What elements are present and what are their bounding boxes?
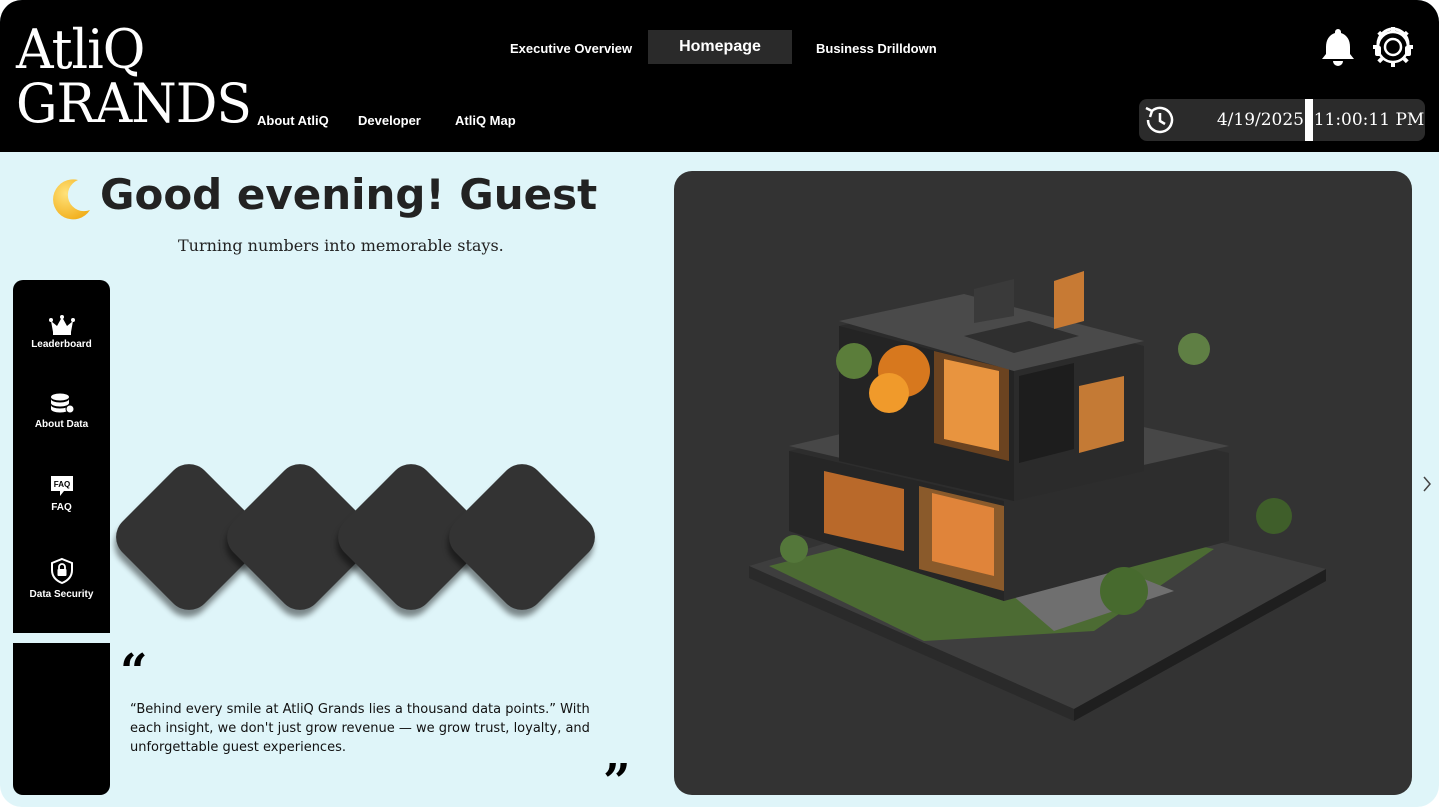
- current-time: 11:00:11 PM: [1313, 110, 1425, 130]
- moon-icon: [53, 179, 90, 220]
- sidebar-item-label: Leaderboard: [31, 339, 92, 350]
- shield-lock-icon: [50, 557, 73, 585]
- gear-headset-icon[interactable]: [1370, 24, 1416, 70]
- bell-icon[interactable]: [1318, 26, 1358, 66]
- brand-line-1: AtliQ: [16, 18, 145, 82]
- refresh-clock-icon[interactable]: [1143, 103, 1177, 137]
- app-frame: AtliQ GRANDS Executive Overview Homepage…: [0, 0, 1439, 807]
- nav-developer[interactable]: Developer: [358, 113, 421, 128]
- sidebar-item-data-security[interactable]: Data Security: [13, 557, 110, 600]
- datetime-divider: [1305, 99, 1313, 141]
- villa-illustration: [749, 271, 1326, 721]
- sidebar-item-label: Data Security: [29, 589, 94, 600]
- faq-icon: FAQ: [50, 476, 73, 496]
- database-icon: [50, 393, 74, 414]
- brand-logo: AtliQ GRANDS: [16, 18, 252, 148]
- brand-line-2: GRANDS: [16, 72, 252, 136]
- quote-close-mark: ”: [603, 754, 631, 807]
- quote-open-mark: “: [120, 644, 148, 700]
- faq-icon-text: FAQ: [53, 480, 69, 489]
- chevron-right-icon[interactable]: [1420, 474, 1434, 494]
- greeting-title: Good evening! Guest: [100, 170, 598, 219]
- nav-homepage[interactable]: Homepage: [648, 30, 792, 64]
- sidebar-item-about-data[interactable]: About Data: [13, 393, 110, 430]
- kpi-card-4[interactable]: [439, 454, 605, 620]
- sidebar-footer: [13, 643, 110, 795]
- sidebar-item-label: FAQ: [51, 502, 72, 513]
- current-date: 4/19/2025: [1216, 110, 1304, 130]
- nav-about-atliq[interactable]: About AtliQ: [257, 113, 329, 128]
- crown-icon: [48, 315, 75, 335]
- nav-executive-overview[interactable]: Executive Overview: [510, 41, 632, 56]
- sidebar-item-label: About Data: [34, 419, 89, 430]
- sidebar-item-leaderboard[interactable]: Leaderboard: [13, 315, 110, 350]
- nav-atliq-map[interactable]: AtliQ Map: [455, 113, 516, 128]
- quote-text: “Behind every smile at AtliQ Grands lies…: [130, 702, 590, 755]
- sidebar-item-faq[interactable]: FAQ FAQ: [13, 474, 110, 513]
- greeting-tagline: Turning numbers into memorable stays.: [178, 236, 504, 255]
- nav-business-drilldown[interactable]: Business Drilldown: [816, 41, 937, 56]
- hero-image-panel: [674, 171, 1412, 795]
